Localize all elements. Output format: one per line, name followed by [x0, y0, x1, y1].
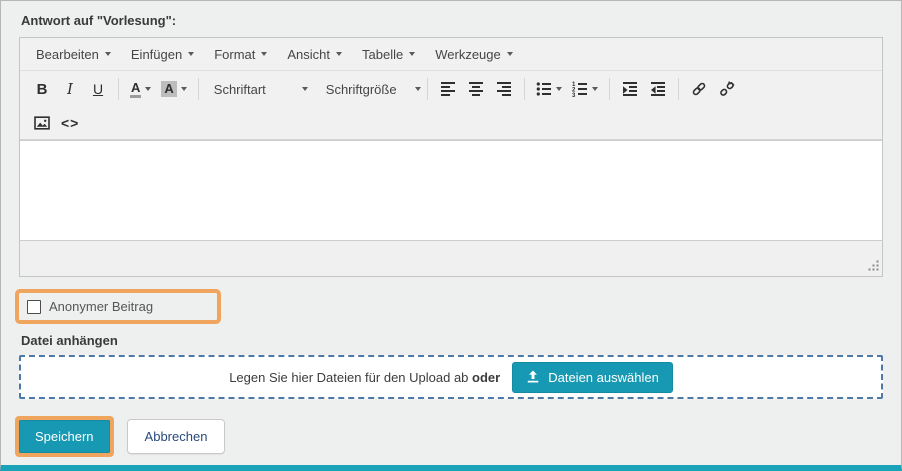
- toolbar-separator: [523, 78, 525, 100]
- chevron-down-icon: [409, 52, 416, 56]
- anonymous-checkbox-text: Anonymer Beitrag: [49, 299, 154, 314]
- align-left-icon: [440, 82, 455, 96]
- svg-text:3: 3: [572, 93, 576, 97]
- editor-body[interactable]: [20, 140, 882, 240]
- cancel-button[interactable]: Abbrechen: [126, 419, 226, 454]
- link-button[interactable]: [685, 76, 713, 102]
- unlink-icon: [719, 81, 735, 96]
- numbered-list-icon: 123: [572, 82, 587, 97]
- numbered-list-button[interactable]: 123: [567, 76, 603, 102]
- menu-werkzeuge-label: Werkzeuge: [435, 46, 501, 62]
- source-code-button[interactable]: <>: [56, 110, 84, 136]
- text-color-icon: A: [130, 80, 142, 98]
- align-right-button[interactable]: [490, 76, 518, 102]
- dropzone-text-main: Legen Sie hier Dateien für den Upload ab: [229, 369, 469, 385]
- font-family-select[interactable]: Schriftart: [205, 76, 317, 102]
- chevron-down-icon: [104, 52, 111, 56]
- chevron-down-icon: [145, 87, 152, 91]
- dropzone-text: Legen Sie hier Dateien für den Upload ab…: [229, 370, 500, 385]
- select-files-label: Dateien auswählen: [548, 369, 659, 385]
- chevron-down-icon: [336, 52, 343, 56]
- save-button[interactable]: Speichern: [19, 420, 110, 453]
- menu-tabelle[interactable]: Tabelle: [352, 41, 425, 67]
- link-icon: [692, 82, 706, 96]
- outdent-button[interactable]: [644, 76, 672, 102]
- editor-toolbar-row1: B I U A A Schriftart Schriftgröße 1 2 3: [20, 71, 882, 107]
- reply-form-page: Antwort auf "Vorlesung": Bearbeiten Einf…: [0, 0, 902, 471]
- bold-icon: B: [36, 80, 48, 98]
- editor-statusbar: [20, 240, 882, 276]
- chevron-down-icon: [506, 52, 513, 56]
- underline-button[interactable]: U: [84, 76, 112, 102]
- anonymous-checkbox-label[interactable]: Anonymer Beitrag: [27, 299, 153, 314]
- toolbar-separator: [426, 78, 428, 100]
- background-color-icon: A: [161, 81, 177, 97]
- menu-ansicht[interactable]: Ansicht: [277, 41, 352, 67]
- font-size-value: Schriftgröße: [325, 81, 397, 97]
- background-color-button[interactable]: A: [156, 76, 191, 102]
- menu-werkzeuge[interactable]: Werkzeuge: [425, 41, 523, 67]
- editor-menubar: Bearbeiten Einfügen Format Ansicht Tabel…: [20, 38, 882, 71]
- insert-image-button[interactable]: [28, 110, 56, 136]
- menu-format[interactable]: Format: [204, 41, 277, 67]
- bold-button[interactable]: B: [28, 76, 56, 102]
- page-title: Antwort auf "Vorlesung":: [21, 13, 177, 28]
- text-color-button[interactable]: A: [125, 76, 156, 102]
- italic-icon: I: [67, 80, 73, 98]
- upload-icon: [527, 370, 539, 383]
- chevron-down-icon: [555, 87, 562, 91]
- toolbar-separator: [118, 78, 119, 100]
- form-actions: Speichern Abbrechen: [15, 416, 883, 457]
- underline-icon: U: [92, 81, 104, 97]
- font-family-value: Schriftart: [213, 81, 266, 97]
- image-icon: [34, 116, 50, 130]
- align-center-button[interactable]: [462, 76, 490, 102]
- bullet-list-button[interactable]: [531, 76, 567, 102]
- menu-einfuegen-label: Einfügen: [130, 46, 183, 62]
- font-size-select[interactable]: Schriftgröße: [317, 76, 421, 102]
- menu-einfuegen[interactable]: Einfügen: [121, 41, 204, 67]
- chevron-down-icon: [591, 87, 598, 91]
- annotation-highlight-anonymous: Anonymer Beitrag: [15, 289, 222, 324]
- chevron-down-icon: [188, 52, 195, 56]
- chevron-down-icon: [180, 87, 187, 91]
- menu-format-label: Format: [214, 46, 256, 62]
- anonymous-checkbox[interactable]: [27, 299, 41, 314]
- bullet-list-icon: [536, 82, 551, 96]
- editor-toolbar-row2: <>: [20, 107, 882, 140]
- chevron-down-icon: [301, 87, 308, 91]
- source-code-icon: <>: [61, 115, 80, 131]
- indent-button[interactable]: [616, 76, 644, 102]
- align-center-icon: [468, 82, 483, 96]
- annotation-highlight-save: Speichern: [15, 416, 114, 457]
- menu-bearbeiten-label: Bearbeiten: [36, 46, 99, 62]
- attachment-heading: Datei anhängen: [21, 333, 118, 348]
- unlink-button[interactable]: [713, 76, 741, 102]
- toolbar-separator: [197, 78, 199, 100]
- menu-tabelle-label: Tabelle: [362, 46, 404, 62]
- chevron-down-icon: [261, 52, 268, 56]
- align-right-icon: [496, 82, 511, 96]
- rich-text-editor: Bearbeiten Einfügen Format Ansicht Tabel…: [19, 37, 883, 277]
- outdent-icon: [650, 82, 665, 96]
- italic-button[interactable]: I: [56, 76, 84, 102]
- menu-ansicht-label: Ansicht: [287, 46, 331, 62]
- indent-icon: [622, 82, 637, 96]
- resize-grip-handle[interactable]: [866, 260, 879, 273]
- chevron-down-icon: [414, 87, 421, 91]
- file-dropzone[interactable]: Legen Sie hier Dateien für den Upload ab…: [19, 355, 883, 399]
- dropzone-text-conjunction: oder: [472, 369, 501, 385]
- align-left-button[interactable]: [434, 76, 462, 102]
- toolbar-separator: [677, 78, 679, 100]
- toolbar-separator: [608, 78, 610, 100]
- menu-bearbeiten[interactable]: Bearbeiten: [26, 41, 121, 67]
- select-files-button[interactable]: Dateien auswählen: [512, 361, 673, 393]
